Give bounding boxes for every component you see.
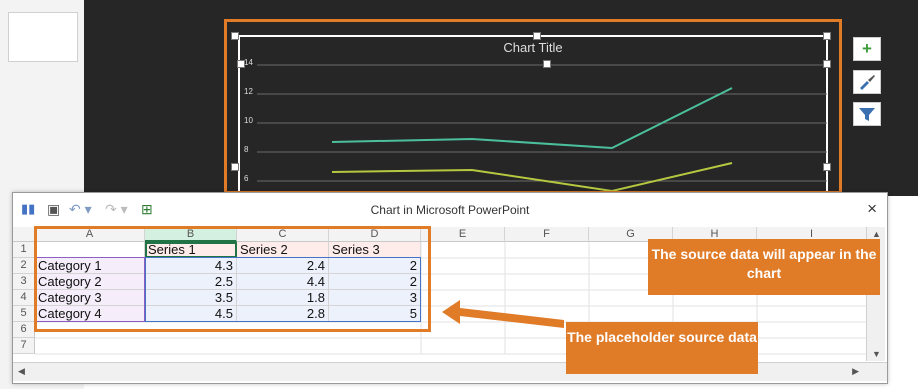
row-header-2[interactable]: 2: [13, 258, 35, 274]
y-tick-10: 10: [244, 116, 253, 125]
row-header-7[interactable]: 7: [13, 338, 35, 354]
row-header-4[interactable]: 4: [13, 290, 35, 306]
row-header-1[interactable]: 1: [13, 242, 35, 258]
row-header-6[interactable]: 6: [13, 322, 35, 338]
close-icon[interactable]: ×: [867, 199, 877, 219]
plot-handle-top[interactable]: [543, 60, 551, 68]
select-all-corner[interactable]: [13, 227, 35, 242]
slide-thumbnail[interactable]: [8, 12, 78, 62]
y-tick-6: 6: [244, 174, 249, 183]
resize-handle-top[interactable]: [533, 32, 541, 40]
y-tick-14: 14: [244, 58, 253, 67]
chart-filters-button[interactable]: [853, 102, 881, 126]
scroll-down-icon[interactable]: ▼: [872, 349, 881, 359]
chart-elements-button[interactable]: +: [853, 37, 881, 61]
resize-handle-left[interactable]: [231, 163, 239, 171]
row-header-5[interactable]: 5: [13, 306, 35, 322]
resize-handle-tl[interactable]: [231, 32, 239, 40]
window-title: Chart in Microsoft PowerPoint: [370, 203, 530, 217]
scroll-right-icon[interactable]: ▶: [852, 366, 859, 377]
row-header-3[interactable]: 3: [13, 274, 35, 290]
chart-frame[interactable]: Chart Title 14 12 10 8 6: [224, 19, 842, 194]
callout-arrow-left: [442, 300, 564, 328]
column-header-f[interactable]: F: [505, 227, 589, 242]
chart-source-callout: The source data will appear in the chart: [648, 239, 880, 295]
scroll-left-icon[interactable]: ◀: [18, 366, 25, 377]
brush-icon: [860, 75, 875, 90]
placeholder-callout: The placeholder source data: [566, 322, 758, 374]
resize-handle-right[interactable]: [823, 163, 831, 171]
placeholder-data-highlight: [34, 226, 431, 332]
scroll-up-icon[interactable]: ▲: [872, 229, 881, 239]
chart-styles-button[interactable]: [853, 70, 881, 94]
y-tick-12: 12: [244, 87, 253, 96]
column-header-e[interactable]: E: [421, 227, 505, 242]
plot-handle-tr[interactable]: [823, 60, 831, 68]
series-1-line: [331, 87, 733, 150]
chart-plot: [238, 35, 828, 191]
y-tick-8: 8: [244, 145, 249, 154]
plot-handle-tl[interactable]: [237, 60, 245, 68]
plus-icon: +: [862, 39, 872, 58]
resize-handle-tr[interactable]: [823, 32, 831, 40]
window-titlebar: ▮▮ ▣ ↶ ▾ ↷ ▾ ⊞ Chart in Microsoft PowerP…: [13, 193, 887, 227]
series-2-line: [331, 162, 733, 191]
funnel-icon: [859, 108, 875, 121]
